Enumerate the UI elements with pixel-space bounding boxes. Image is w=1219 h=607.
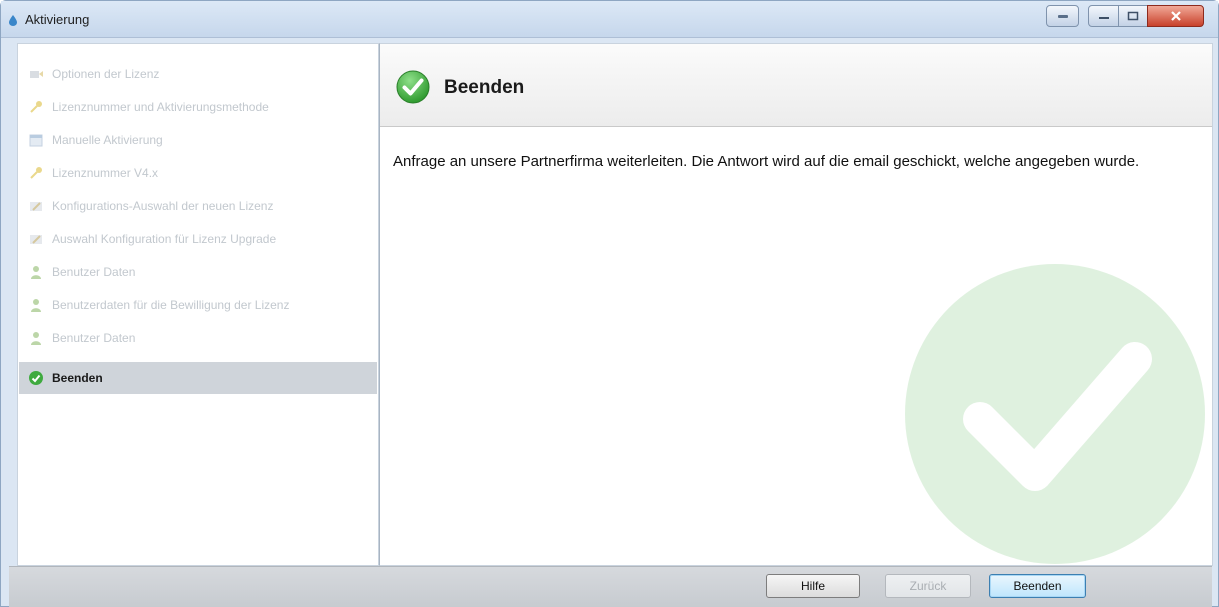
step-list: Optionen der Lizenz Lizenznummer und Akt… [17, 43, 379, 566]
calendar-icon [29, 134, 43, 147]
check-circle-icon [905, 264, 1205, 564]
content-header: Beenden [380, 44, 1212, 127]
step-item-config-upgrade: Auswahl Konfiguration für Lizenz Upgrade [19, 223, 377, 255]
minimize-button[interactable] [1088, 5, 1119, 27]
completion-message: Anfrage an unsere Partnerfirma weiterlei… [393, 153, 1140, 170]
configure-icon [30, 235, 42, 244]
maximize-button[interactable] [1118, 5, 1148, 27]
content-panel: Beenden Anfrage an unsere Partnerfirma w… [379, 43, 1213, 566]
key-icon [30, 101, 42, 113]
step-item-license-v4: Lizenznummer V4.x [19, 157, 377, 189]
configure-icon [30, 202, 42, 211]
button-bar: Hilfe Zurück Beenden [9, 566, 1212, 607]
step-item-finish: Beenden [19, 362, 377, 394]
minimize-icon [1098, 17, 1109, 19]
window-title: Aktivierung [25, 12, 90, 27]
step-item-options: Optionen der Lizenz [19, 58, 377, 90]
close-icon [1170, 11, 1181, 21]
step-item-license-number: Lizenznummer und Aktivierungsmethode [19, 91, 377, 123]
step-item-config-new-license: Konfigurations-Auswahl der neuen Lizenz [19, 190, 377, 222]
close-button[interactable] [1147, 5, 1204, 27]
app-icon [9, 15, 17, 26]
step-item-user-data-1: Benutzer Daten [19, 256, 377, 288]
page-title: Beenden [444, 77, 525, 98]
step-item-user-data-2: Benutzer Daten [19, 322, 377, 354]
options-icon [30, 71, 43, 78]
help-button[interactable]: Hilfe [766, 574, 860, 598]
step-item-user-data-approval: Benutzerdaten für die Bewilligung der Li… [19, 289, 377, 321]
title-bar[interactable]: Aktivierung [1, 1, 1218, 38]
user-icon [31, 299, 41, 312]
user-icon [31, 332, 41, 345]
check-circle-icon [29, 371, 43, 385]
check-circle-icon [396, 70, 430, 104]
maximize-icon [1127, 11, 1139, 21]
user-icon [31, 266, 41, 279]
help-icon [1057, 15, 1068, 18]
activation-window: Aktivierung Optionen der Lizenz Lizenznu… [0, 0, 1219, 607]
help-title-button[interactable] [1046, 5, 1079, 27]
key-icon [30, 167, 42, 179]
back-button[interactable]: Zurück [885, 574, 971, 598]
finish-button[interactable]: Beenden [989, 574, 1086, 598]
step-item-manual-activation: Manuelle Aktivierung [19, 124, 377, 156]
